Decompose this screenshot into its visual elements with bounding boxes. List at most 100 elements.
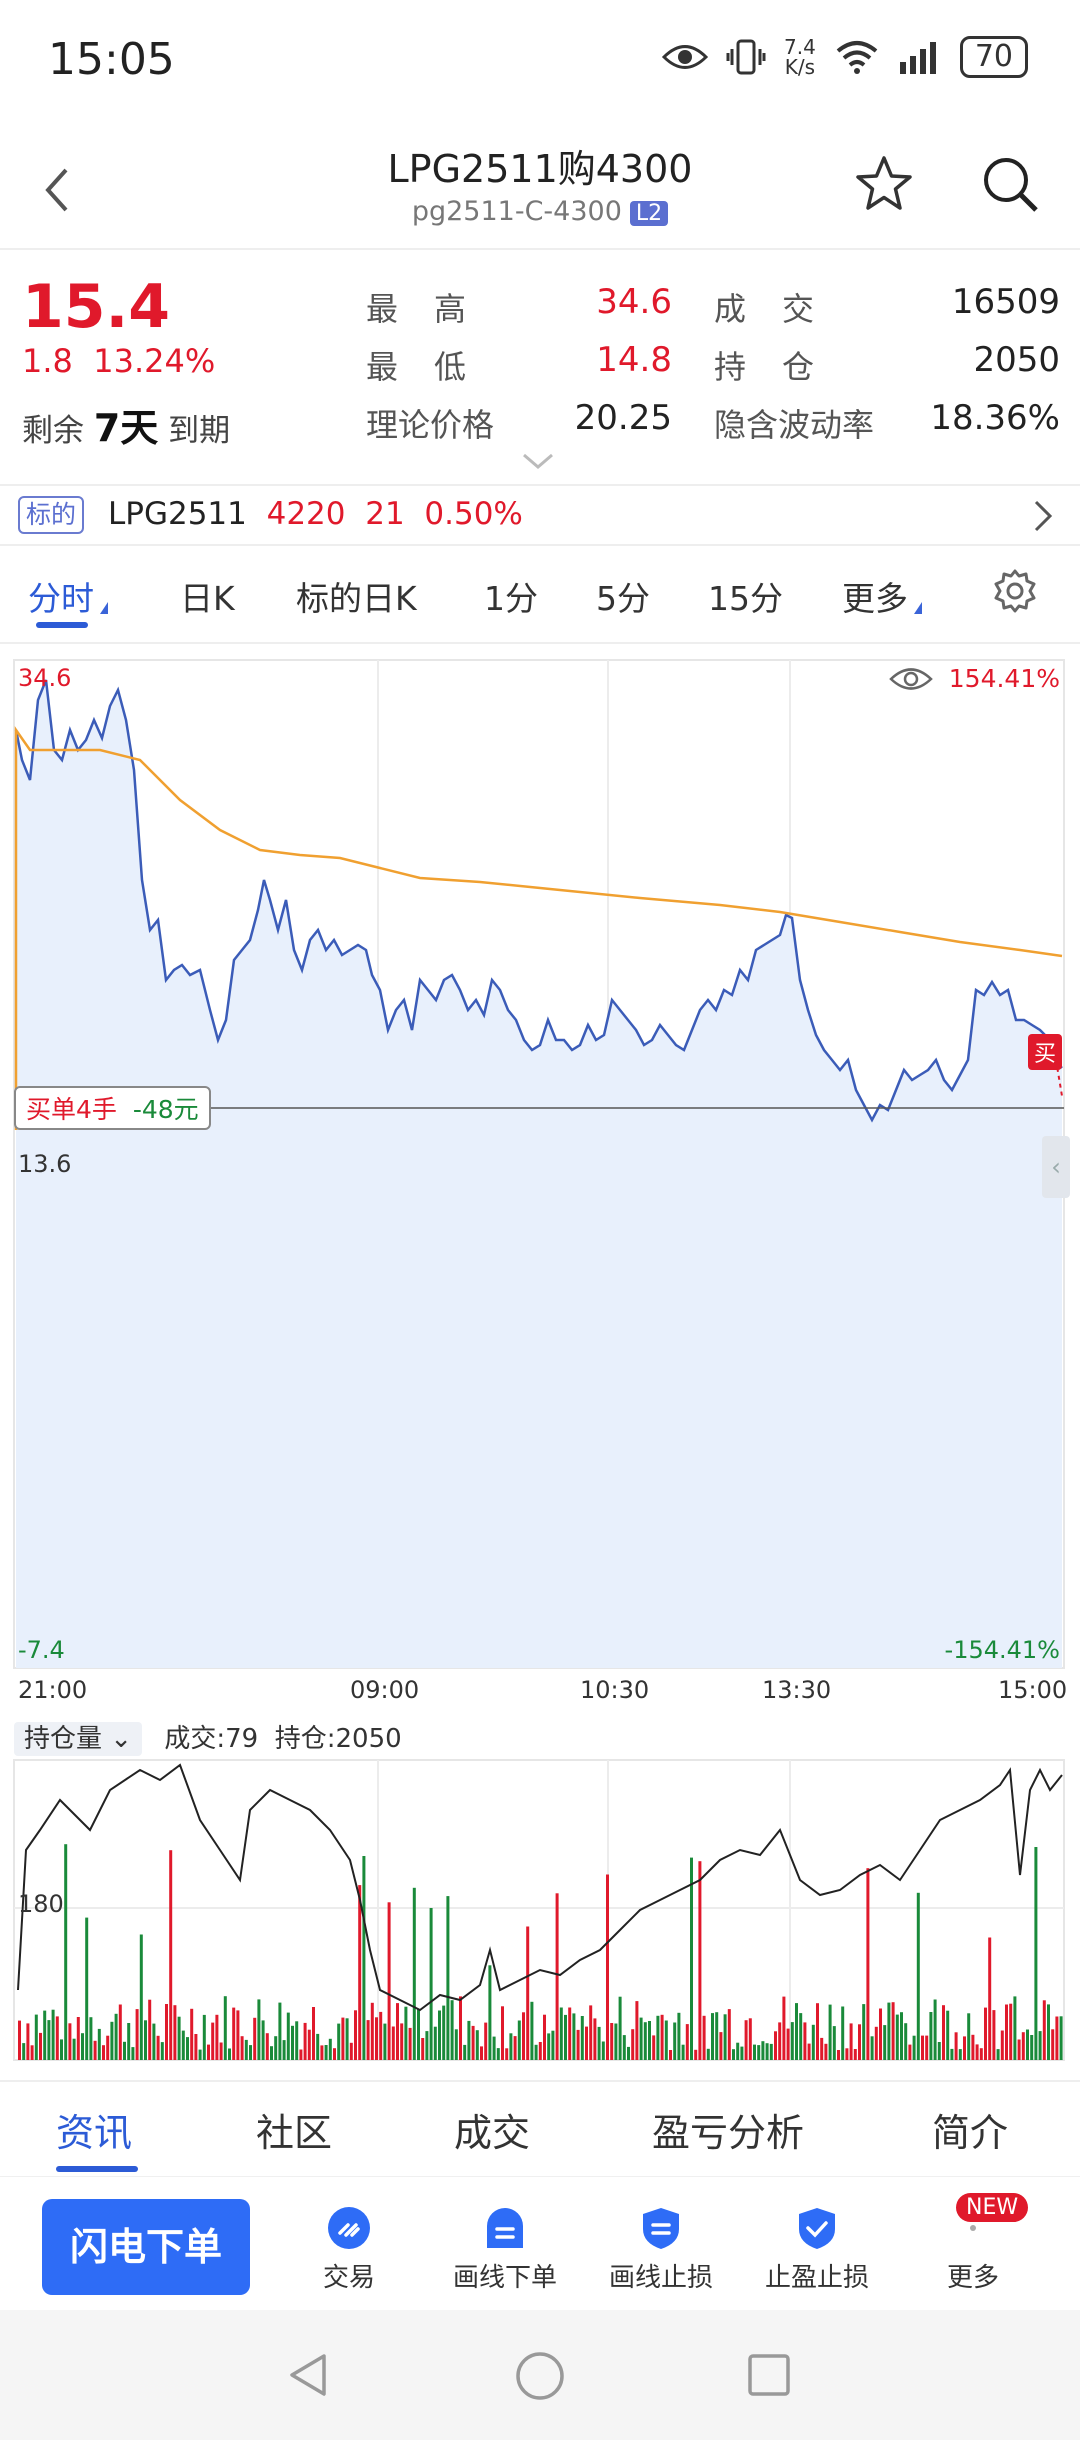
draw-stop-loss-button[interactable]: 画线止损	[586, 2205, 736, 2294]
volume-bar	[396, 2003, 399, 2060]
l2-badge[interactable]: L2	[629, 201, 669, 226]
volume-bar	[564, 2014, 567, 2060]
underlying-row[interactable]: 标的 LPG2511 4220 21 0.50%	[0, 484, 1080, 546]
volume-bar	[480, 2046, 483, 2060]
tab-1min[interactable]: 1分	[484, 572, 538, 620]
tab-more[interactable]: 更多	[842, 572, 922, 620]
flash-order-button[interactable]: 闪电下单	[42, 2199, 250, 2295]
favorite-button[interactable]	[852, 152, 916, 216]
chevron-right-icon	[1028, 488, 1058, 555]
x-tick: 09:00	[350, 1676, 420, 1704]
volume-bar	[492, 2036, 496, 2060]
volume-bar	[874, 2026, 878, 2060]
volume-bar	[341, 2017, 345, 2060]
tab-community[interactable]: 社区	[256, 2102, 332, 2157]
volume-bar	[173, 2005, 177, 2060]
volume-bar	[249, 2045, 252, 2060]
volume-bar	[114, 2013, 118, 2060]
order-line-label[interactable]: 买单4手 -48元	[14, 1086, 211, 1130]
draw-order-button[interactable]: 画线下单	[430, 2205, 580, 2294]
volume-bar	[921, 2035, 924, 2060]
volume-bar	[820, 2037, 824, 2060]
intraday-chart[interactable]: 34.6 13.6 -7.4 154.41% -154.41% 21:00 09…	[0, 650, 1080, 2080]
search-button[interactable]	[978, 152, 1042, 216]
volume-bar	[631, 2029, 635, 2060]
take-profit-stop-loss-button[interactable]: 止盈止损	[742, 2205, 892, 2294]
underlying-tag: 标的	[18, 496, 85, 534]
indicator-select[interactable]: 持仓量 ⌄	[14, 1722, 143, 1756]
pct-bottom-label: -154.41%	[944, 1636, 1060, 1664]
volume-bar	[261, 2020, 265, 2060]
volume-bar	[727, 2009, 731, 2060]
volume-bar	[303, 2022, 307, 2060]
volume-bar	[916, 1892, 920, 2060]
volume-bar	[501, 2006, 504, 2060]
volume-bar	[555, 1893, 559, 2060]
volume-bar	[291, 2025, 294, 2060]
volume-bar	[26, 2023, 30, 2060]
expand-chevron-icon[interactable]	[520, 448, 556, 478]
tab-5min[interactable]: 5分	[596, 572, 650, 620]
volume-bar	[215, 2014, 219, 2060]
volume-bar	[337, 2023, 341, 2060]
volume-bar	[123, 2041, 126, 2060]
volume-bar	[673, 2022, 677, 2060]
volume-bar	[639, 2017, 643, 2060]
volume-bar	[635, 2001, 639, 2060]
volume-bar	[160, 2042, 164, 2060]
volume-bar	[543, 2014, 546, 2060]
tab-15min[interactable]: 15分	[708, 572, 783, 620]
volume-bar	[1034, 1847, 1038, 2060]
volume-bar	[648, 2021, 651, 2060]
chart-canvas[interactable]	[0, 650, 1080, 2080]
nav-recents-icon[interactable]	[746, 2352, 792, 2398]
volume-bar	[904, 2023, 908, 2060]
volume-panel-header: 持仓量 ⌄ 成交:79 持仓:2050	[14, 1718, 402, 1756]
volume-bar	[139, 1934, 143, 2060]
volume-bar	[1017, 2039, 1021, 2060]
low-value: 14.8	[596, 340, 672, 380]
tab-underlying-daily-k[interactable]: 标的日K	[296, 572, 417, 620]
volume-bar	[845, 2048, 849, 2060]
volume-bar	[849, 2023, 853, 2060]
tab-timeshare[interactable]: 分时	[28, 572, 108, 620]
volume-bar	[669, 2050, 672, 2060]
volume-bar	[43, 2010, 47, 2060]
volume-bar	[950, 2048, 954, 2060]
buy-marker[interactable]: 买	[1028, 1034, 1063, 1070]
nav-home-icon[interactable]	[514, 2350, 566, 2402]
volume-bar	[551, 2030, 555, 2060]
volume-bar	[299, 2049, 303, 2060]
chart-settings-button[interactable]	[990, 566, 1040, 616]
tab-daily-k[interactable]: 日K	[180, 572, 235, 620]
volume-bar	[22, 2043, 26, 2060]
volume-bar	[1030, 2035, 1034, 2060]
side-panel-handle[interactable]: ‹	[1042, 1136, 1070, 1198]
volume-bar	[723, 2014, 727, 2060]
trade-button[interactable]: 交易	[274, 2205, 424, 2294]
tab-news[interactable]: 资讯	[56, 2102, 132, 2157]
volume-bar	[572, 2013, 576, 2060]
nav-back-icon[interactable]	[284, 2350, 334, 2400]
volume-bar	[362, 1856, 366, 2060]
tab-intro[interactable]: 简介	[932, 2102, 1008, 2157]
tab-trades[interactable]: 成交	[454, 2102, 530, 2157]
volume-bar	[110, 2021, 114, 2060]
new-badge: NEW	[956, 2193, 1029, 2222]
volume-bar	[1026, 2029, 1029, 2060]
eye-icon[interactable]	[888, 664, 934, 694]
tab-pnl-analysis[interactable]: 盈亏分析	[652, 2102, 804, 2157]
expiry-remaining: 剩余 7天 到期	[22, 406, 231, 450]
volume-bar	[660, 2014, 664, 2060]
volume-bar	[748, 2018, 752, 2060]
y-axis-bottom-label: -7.4	[18, 1636, 65, 1664]
shield-check-icon	[799, 2208, 835, 2249]
volume-bar	[685, 2024, 689, 2060]
volume-bar	[711, 2013, 714, 2060]
quote-panel[interactable]: 15.4 1.8 13.24% 剩余 7天 到期 最 高 34.6 最 低 14…	[0, 252, 1080, 482]
volume-bar	[446, 1896, 450, 2060]
volume-bar	[18, 2020, 21, 2060]
open-interest-line	[17, 1763, 1063, 2012]
eye-status-icon	[662, 45, 708, 69]
volume-bar	[547, 2033, 551, 2060]
